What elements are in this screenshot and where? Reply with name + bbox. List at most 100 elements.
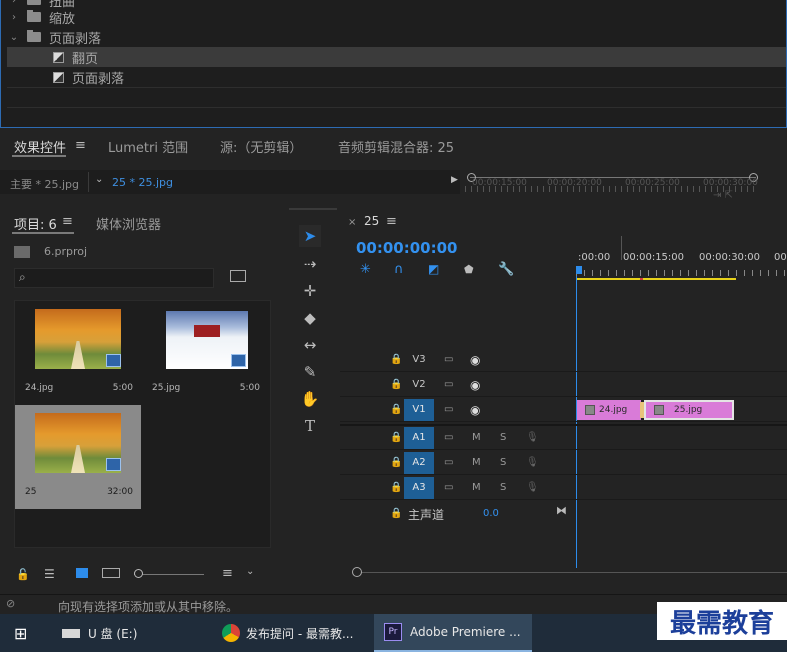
tab-project[interactable]: 项目: 6 — [14, 214, 57, 233]
chevron-down-icon[interactable]: ⌄ — [7, 32, 21, 43]
slip-tool-icon[interactable]: ↔ — [299, 334, 321, 356]
nest-icon[interactable]: ✳ — [360, 262, 371, 277]
sync-icon[interactable]: ▭ — [444, 379, 453, 390]
search-input[interactable]: ⌕ — [14, 268, 214, 288]
effect-folder-row[interactable]: › 缩放 — [7, 7, 786, 27]
lock-icon[interactable]: 🔒 — [390, 379, 402, 390]
horizontal-scrollbar[interactable] — [354, 572, 787, 573]
track-select-tool-icon[interactable]: ⇢ — [299, 253, 321, 275]
panel-menu-icon[interactable]: ≡ — [386, 214, 397, 229]
effect-item-row[interactable]: 页面剥落 — [7, 67, 786, 87]
effect-label: 翻页 — [72, 51, 99, 67]
chevron-right-icon[interactable]: › — [7, 0, 21, 6]
project-item-24[interactable]: 24.jpg 5:00 — [15, 301, 141, 405]
panel-menu-icon[interactable]: ≡ — [62, 214, 73, 229]
solo-button[interactable]: S — [500, 457, 506, 468]
effect-folder-row[interactable]: ⌄ 页面剥落 — [7, 27, 786, 47]
solo-button[interactable]: S — [500, 482, 506, 493]
chevron-right-icon[interactable]: › — [7, 12, 21, 23]
close-icon[interactable]: × — [348, 217, 356, 228]
lock-icon[interactable]: 🔒 — [390, 404, 402, 415]
mic-icon[interactable]: 🎙 — [526, 482, 539, 493]
wrench-icon[interactable]: 🔧 — [498, 262, 514, 277]
linked-selection-icon[interactable]: ◩ — [428, 262, 439, 276]
sync-icon[interactable]: ▭ — [444, 404, 453, 415]
lock-icon[interactable]: 🔒 — [390, 482, 402, 493]
sync-icon[interactable]: ▭ — [444, 457, 453, 468]
marker-icon[interactable]: ⬟ — [464, 263, 474, 276]
lock-icon[interactable]: 🔓 — [16, 568, 30, 581]
mute-button[interactable]: M — [472, 482, 481, 493]
hand-tool-icon[interactable]: ✋ — [299, 388, 321, 410]
freeform-view-icon[interactable] — [102, 568, 120, 578]
sequence-clip-label[interactable]: 25 * 25.jpg — [112, 176, 173, 189]
track-label[interactable]: A1 — [404, 426, 434, 449]
ripple-edit-tool-icon[interactable]: ✛ — [299, 280, 321, 302]
taskbar-drive[interactable]: U 盘 (E:) — [62, 614, 137, 652]
effect-item-row[interactable]: 翻页 — [7, 47, 786, 67]
sync-icon[interactable]: ▭ — [444, 354, 453, 365]
eye-icon[interactable]: ◉ — [470, 403, 480, 417]
type-tool-icon[interactable]: T — [299, 415, 321, 437]
tab-audio-mixer[interactable]: 音频剪辑混合器: 25 — [338, 137, 454, 156]
clip-24[interactable]: 24.jpg — [577, 399, 641, 420]
work-area-bar[interactable] — [576, 278, 736, 280]
taskbar-premiere[interactable]: Pr Adobe Premiere ... — [374, 614, 532, 652]
zoom-slider[interactable] — [134, 574, 204, 575]
snap-icon[interactable]: ∩ — [394, 262, 404, 277]
new-bin-search-icon[interactable] — [230, 270, 246, 282]
master-volume-value[interactable]: 0.0 — [483, 508, 499, 519]
tab-lumetri[interactable]: Lumetri 范围 — [108, 137, 188, 156]
pen-tool-icon[interactable]: ✎ — [299, 361, 321, 383]
mic-icon[interactable]: 🎙 — [526, 432, 539, 443]
chevron-down-icon[interactable]: ⌄ — [95, 174, 103, 185]
play-triangle-icon[interactable]: ▶ — [451, 175, 458, 185]
track-label[interactable]: A3 — [404, 476, 434, 499]
export-icon: ⇥ ⇱ — [713, 190, 733, 201]
eye-icon[interactable]: ◉ — [470, 378, 480, 392]
status-text: 向现有选择项添加或从其中移除。 — [58, 600, 239, 614]
sync-icon[interactable]: ▭ — [444, 432, 453, 443]
start-button[interactable]: ⊞ — [14, 614, 27, 652]
playhead-timecode[interactable]: 00:00:00:00 — [356, 239, 458, 257]
lock-icon[interactable]: 🔒 — [390, 432, 402, 443]
tab-effect-controls[interactable]: 效果控件 — [14, 137, 66, 156]
mic-icon[interactable]: 🎙 — [526, 457, 539, 468]
mute-button[interactable]: M — [472, 457, 481, 468]
icon-view-icon[interactable] — [76, 568, 88, 578]
track-label[interactable]: V1 — [404, 398, 434, 421]
zoom-slider-handle[interactable] — [134, 569, 143, 578]
eye-icon[interactable]: ◉ — [470, 353, 480, 367]
time-ruler[interactable]: :00:00 00:00:15:00 00:00:30:00 00 — [576, 238, 787, 284]
tab-source[interactable]: 源:（无剪辑） — [220, 137, 302, 156]
chevron-down-icon[interactable]: ⌄ — [246, 566, 254, 577]
clip-25[interactable]: 25.jpg — [644, 399, 734, 420]
razor-tool-icon[interactable]: ◆ — [299, 307, 321, 329]
panel-menu-icon[interactable]: ≡ — [75, 138, 86, 153]
tab-media-browser[interactable]: 媒体浏览器 — [96, 214, 161, 233]
folder-label: 页面剥落 — [49, 31, 102, 47]
mute-button[interactable]: M — [472, 432, 481, 443]
sync-icon[interactable]: ▭ — [444, 482, 453, 493]
track-label[interactable]: V2 — [404, 374, 434, 396]
lock-icon[interactable]: 🔒 — [390, 354, 402, 365]
playhead-handle[interactable] — [576, 266, 582, 274]
track-label[interactable]: A2 — [404, 451, 434, 474]
premiere-icon: Pr — [384, 623, 402, 641]
fx-badge-icon — [585, 404, 595, 415]
status-icon: ⊘ — [6, 597, 16, 610]
project-item-25jpg[interactable]: 25.jpg 5:00 — [142, 301, 268, 405]
master-clip-label[interactable]: 主要 * 25.jpg — [10, 176, 79, 192]
project-item-25-sequence[interactable]: 25 32:00 — [15, 405, 141, 509]
taskbar-chrome[interactable]: 发布提问 - 最需教... — [222, 614, 353, 652]
scroll-handle[interactable] — [352, 567, 362, 577]
go-to-end-icon[interactable]: ⧓ — [556, 504, 567, 517]
list-view-icon[interactable]: ☰ — [44, 567, 55, 581]
sequence-tab[interactable]: 25 — [364, 214, 379, 228]
track-label[interactable]: V3 — [404, 349, 434, 371]
lock-icon[interactable]: 🔒 — [390, 508, 402, 519]
solo-button[interactable]: S — [500, 432, 506, 443]
lock-icon[interactable]: 🔒 — [390, 457, 402, 468]
sort-icon[interactable]: ≡ — [222, 566, 233, 581]
selection-tool-icon[interactable]: ➤ — [299, 225, 321, 247]
